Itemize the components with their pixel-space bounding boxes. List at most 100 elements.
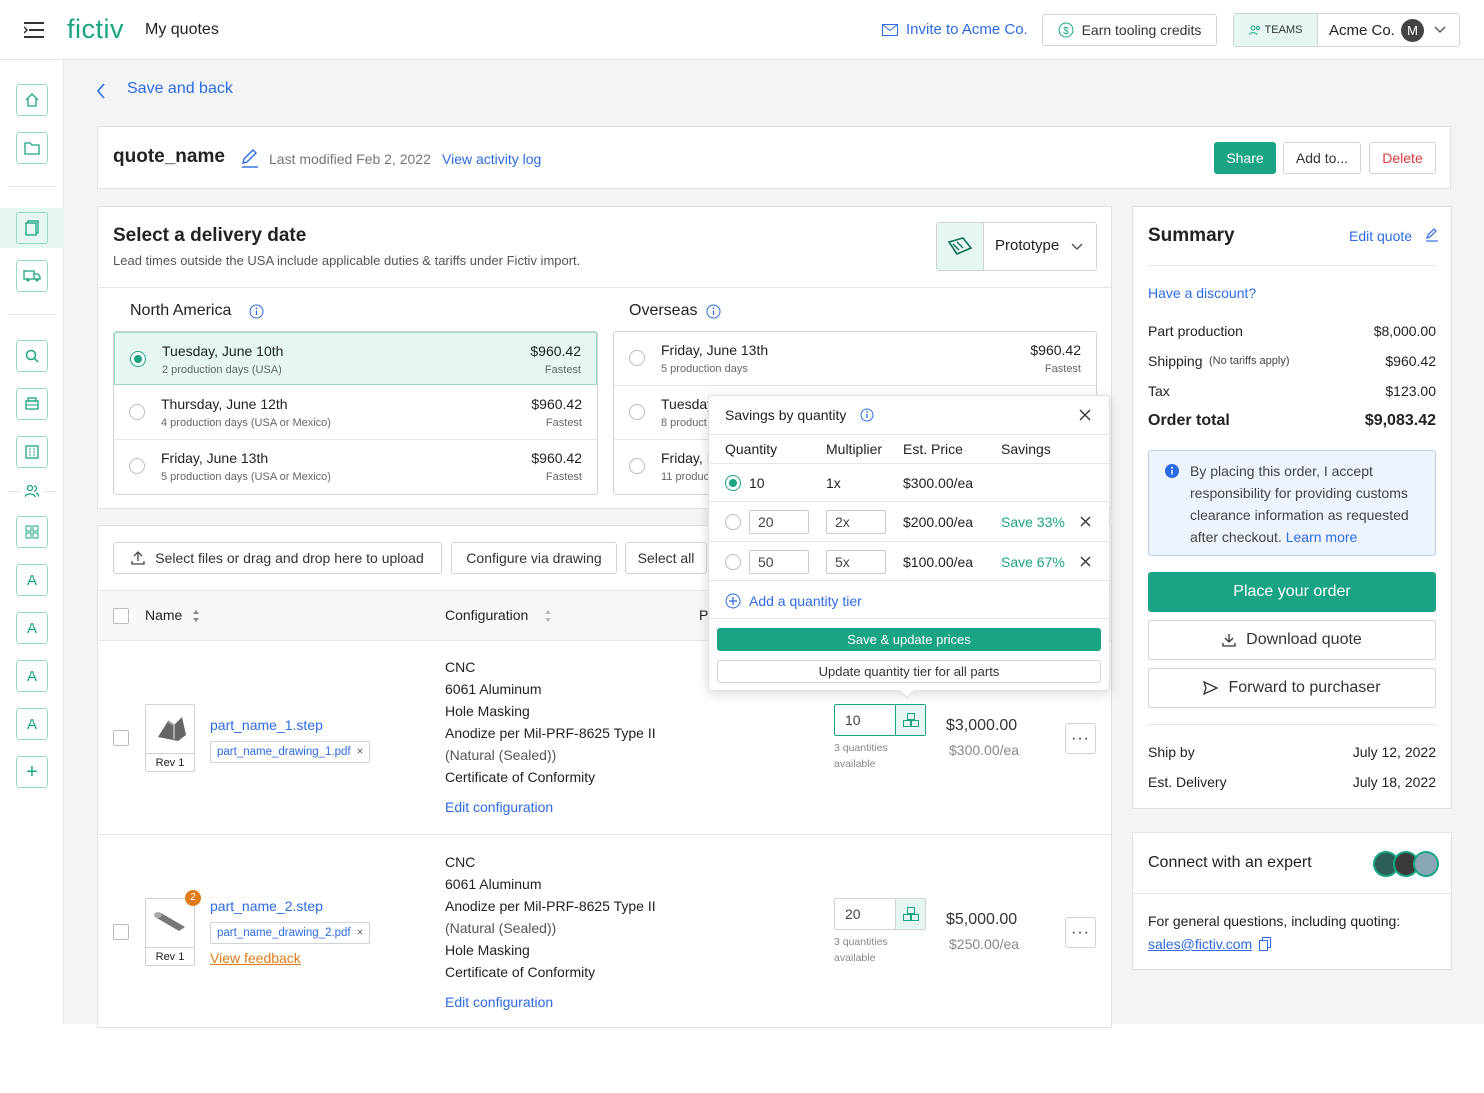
tier-multiplier-input[interactable]: 2x: [826, 510, 886, 534]
tier-radio[interactable]: [725, 554, 741, 570]
add-quantity-tier-link[interactable]: Add a quantity tier: [749, 593, 862, 609]
summary-card: Summary Edit quote Have a discount? Part…: [1132, 206, 1452, 809]
workspace-a-icon[interactable]: A: [16, 708, 48, 740]
earn-credits-button[interactable]: $ Earn tooling credits: [1042, 14, 1217, 46]
share-button[interactable]: Share: [1214, 142, 1276, 174]
edit-configuration-link[interactable]: Edit configuration: [445, 799, 553, 815]
invite-link[interactable]: Invite to Acme Co.: [906, 21, 1028, 38]
radio-selected[interactable]: [130, 351, 146, 367]
drawing-chip[interactable]: part_name_drawing_1.pdf ×: [210, 741, 371, 763]
folder-icon[interactable]: [16, 132, 48, 164]
part-file-link[interactable]: part_name_2.step: [210, 898, 323, 914]
info-icon[interactable]: [860, 408, 874, 422]
select-all-button[interactable]: Select all: [625, 542, 707, 574]
close-icon[interactable]: ×: [357, 746, 364, 758]
boxes-icon[interactable]: [895, 705, 925, 735]
delete-button[interactable]: Delete: [1369, 142, 1436, 174]
pencil-icon[interactable]: [1425, 228, 1439, 242]
edit-configuration-link[interactable]: Edit configuration: [445, 994, 553, 1010]
view-feedback-link[interactable]: View feedback: [210, 950, 301, 966]
delivery-option[interactable]: Tuesday, June 10th 2 production days (US…: [114, 332, 597, 385]
option-tag: Fastest: [545, 471, 582, 483]
org-switcher[interactable]: TEAMS Acme Co. M: [1233, 13, 1460, 47]
radio[interactable]: [629, 458, 645, 474]
part-thumbnail[interactable]: Rev 1: [145, 704, 195, 772]
save-update-prices-button[interactable]: Save & update prices: [717, 628, 1101, 651]
tier-quantity-input[interactable]: 50: [749, 550, 809, 574]
sales-email-link[interactable]: sales@fictiv.com: [1148, 936, 1252, 952]
boxes-icon[interactable]: [895, 899, 925, 929]
add-to-button[interactable]: Add to...: [1283, 142, 1361, 174]
part-file-link[interactable]: part_name_1.step: [210, 717, 323, 733]
tier-quantity-input[interactable]: 20: [749, 510, 809, 534]
column-configuration[interactable]: Configuration: [445, 607, 528, 623]
select-all-checkbox[interactable]: [113, 608, 129, 624]
edit-quote-link[interactable]: Edit quote: [1349, 228, 1412, 244]
discount-link[interactable]: Have a discount?: [1148, 285, 1256, 301]
more-options-icon[interactable]: ···: [1065, 723, 1096, 754]
configure-via-drawing-button[interactable]: Configure via drawing: [451, 542, 617, 574]
option-date: Friday, June 13th: [661, 342, 769, 358]
stage-select[interactable]: Prototype: [936, 222, 1097, 271]
printer-icon[interactable]: [16, 388, 48, 420]
fictiv-logo[interactable]: fictiv: [67, 14, 124, 45]
info-icon[interactable]: [706, 304, 721, 319]
row-checkbox[interactable]: [113, 730, 129, 746]
drawing-chip[interactable]: part_name_drawing_2.pdf ×: [210, 922, 371, 944]
delivery-option[interactable]: Friday, June 13th 5 production days $960…: [614, 332, 1096, 386]
copy-icon[interactable]: [1259, 937, 1271, 951]
back-arrow-icon[interactable]: [96, 83, 106, 99]
radio[interactable]: [129, 458, 145, 474]
part-thumbnail[interactable]: Rev 1: [145, 898, 195, 966]
download-quote-button[interactable]: Download quote: [1148, 620, 1436, 660]
upload-button[interactable]: Select files or drag and drop here to up…: [113, 542, 442, 574]
tier-multiplier-input[interactable]: 5x: [826, 550, 886, 574]
option-days: 8 product: [661, 417, 707, 429]
place-order-button[interactable]: Place your order: [1148, 572, 1436, 612]
divider: [1133, 893, 1451, 894]
info-icon[interactable]: [249, 304, 264, 319]
pencil-icon[interactable]: [240, 148, 260, 168]
close-icon[interactable]: [1079, 409, 1091, 421]
close-icon[interactable]: ×: [357, 927, 364, 939]
remove-tier-icon[interactable]: [1080, 516, 1091, 527]
row-checkbox[interactable]: [113, 924, 129, 940]
dollar-circle-icon: $: [1058, 22, 1074, 38]
building-icon[interactable]: [16, 436, 48, 468]
more-options-icon[interactable]: ···: [1065, 917, 1096, 948]
workspace-a-icon[interactable]: A: [16, 660, 48, 692]
radio[interactable]: [629, 350, 645, 366]
total-value: $9,083.42: [1364, 412, 1436, 429]
search-icon[interactable]: [16, 340, 48, 372]
config-line: Certificate of Conformity: [445, 964, 596, 980]
tier-radio-selected[interactable]: [725, 475, 741, 491]
column-name[interactable]: Name: [145, 607, 182, 623]
save-and-back-link[interactable]: Save and back: [127, 80, 233, 98]
send-icon: [1203, 681, 1219, 695]
workspace-a-icon[interactable]: A: [16, 612, 48, 644]
delivery-option[interactable]: Friday, June 13th 5 production days (USA…: [114, 440, 597, 494]
expert-card: Connect with an expert For general quest…: [1132, 832, 1452, 970]
radio[interactable]: [629, 404, 645, 420]
home-icon[interactable]: [16, 84, 48, 116]
truck-icon[interactable]: [16, 260, 48, 292]
workspace-a-icon[interactable]: A: [16, 564, 48, 596]
quantity-input[interactable]: 20: [834, 898, 926, 930]
column-price[interactable]: P: [699, 607, 708, 623]
delivery-option[interactable]: Thursday, June 12th 4 production days (U…: [114, 386, 597, 440]
quotes-icon[interactable]: [16, 212, 48, 244]
activity-log-link[interactable]: View activity log: [442, 151, 541, 167]
add-circle-icon[interactable]: [725, 593, 741, 609]
forward-to-purchaser-button[interactable]: Forward to purchaser: [1148, 668, 1436, 708]
tier-radio[interactable]: [725, 514, 741, 530]
grid-icon[interactable]: [16, 516, 48, 548]
learn-more-link[interactable]: Learn more: [1286, 529, 1358, 545]
sort-icon[interactable]: [544, 609, 552, 623]
sort-icon[interactable]: [192, 609, 200, 623]
quantity-input[interactable]: 10: [834, 704, 926, 736]
remove-tier-icon[interactable]: [1080, 556, 1091, 567]
add-icon[interactable]: +: [16, 756, 48, 788]
update-all-tiers-button[interactable]: Update quantity tier for all parts: [717, 660, 1101, 683]
menu-icon[interactable]: [24, 22, 44, 38]
radio[interactable]: [129, 404, 145, 420]
